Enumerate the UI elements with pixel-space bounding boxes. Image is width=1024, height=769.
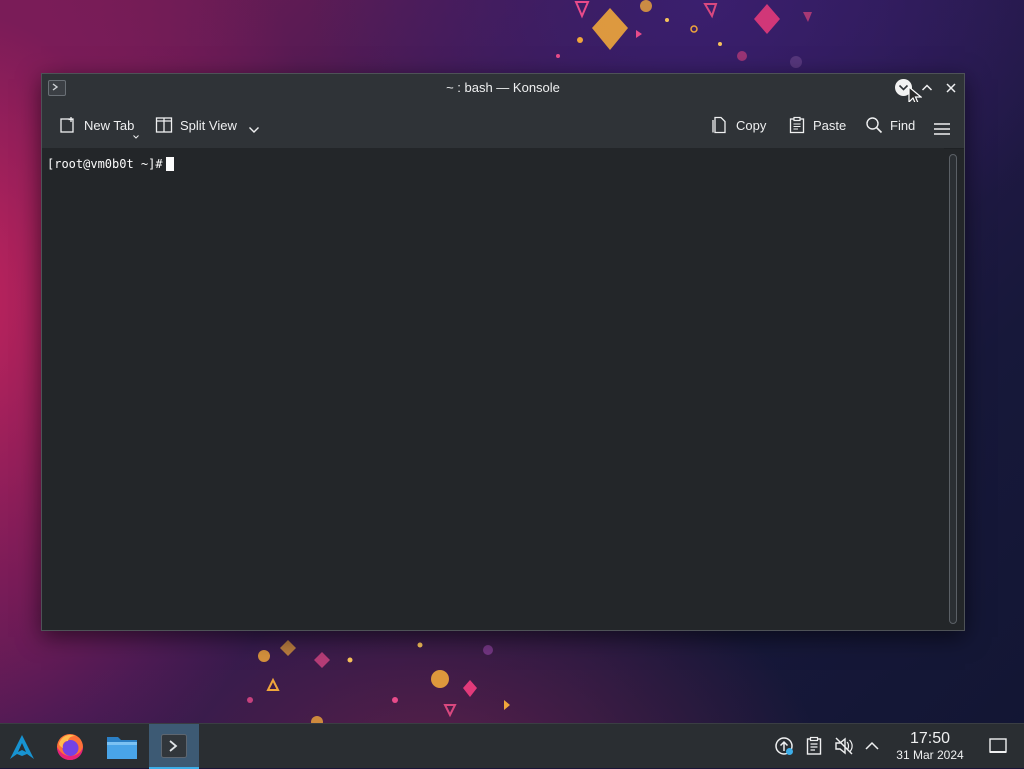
konsole-icon — [161, 733, 187, 758]
volume-button[interactable] — [834, 736, 854, 756]
terminal-area[interactable]: [root@vm0b0t ~]# — [42, 148, 944, 630]
application-launcher-icon — [10, 734, 34, 759]
chevron-down-icon — [249, 127, 259, 133]
firefox-button[interactable] — [48, 724, 92, 769]
taskbar: 17:50 31 Mar 2024 — [0, 723, 1024, 769]
new-tab-label: New Tab — [84, 117, 135, 133]
paste-icon — [789, 116, 805, 134]
clock-date: 31 Mar 2024 — [896, 748, 964, 762]
digital-clock[interactable]: 17:50 31 Mar 2024 — [884, 730, 976, 763]
title-bar[interactable]: ~ : bash — Konsole — [42, 74, 964, 106]
paste-button[interactable]: Paste — [788, 114, 846, 136]
new-tab-button[interactable]: New Tab — [59, 114, 139, 139]
show-desktop-icon — [989, 738, 1007, 753]
split-view-button[interactable]: Split View — [155, 114, 237, 136]
file-manager-icon — [107, 736, 137, 759]
clock-time: 17:50 — [909, 730, 951, 747]
new-tab-icon — [60, 117, 74, 133]
terminal-scrollbar[interactable] — [946, 152, 960, 626]
show-desktop-button[interactable] — [988, 737, 1008, 757]
konsole-task-button[interactable] — [149, 724, 199, 769]
konsole-window: ~ : bash — Konsole New Tab Split View Co… — [41, 73, 965, 631]
expand-tray-button[interactable] — [862, 736, 882, 756]
update-notifier-button[interactable] — [774, 736, 794, 756]
copy-icon — [712, 116, 726, 134]
find-label: Find — [890, 117, 916, 133]
expand-tray-icon — [865, 741, 879, 750]
window-title: ~ : bash — Konsole — [446, 80, 560, 95]
dropdown-arrow-icon — [133, 135, 139, 139]
search-icon — [866, 117, 883, 134]
close-icon — [946, 83, 956, 93]
text-cursor — [165, 157, 174, 171]
close-button[interactable] — [941, 78, 961, 98]
terminal-prompt: [root@vm0b0t ~]# — [47, 157, 174, 171]
hamburger-menu-button[interactable] — [933, 118, 958, 140]
volume-muted-icon — [835, 737, 853, 755]
copy-button[interactable]: Copy — [711, 114, 766, 136]
scrollbar-thumb[interactable] — [949, 154, 957, 624]
split-view-label: Split View — [180, 117, 237, 133]
clipboard-button[interactable] — [804, 736, 824, 756]
file-manager-button[interactable] — [98, 724, 146, 769]
update-notifier-icon — [775, 737, 793, 755]
application-launcher-button[interactable] — [0, 724, 44, 769]
clipboard-icon — [806, 736, 822, 755]
find-button[interactable]: Find — [865, 114, 915, 136]
paste-label: Paste — [813, 117, 847, 133]
split-view-icon — [155, 117, 173, 133]
konsole-toolbar: New Tab Split View Copy Paste Find — [42, 102, 964, 149]
firefox-icon — [57, 733, 83, 760]
split-view-menu-button[interactable] — [248, 119, 267, 141]
prompt-text: [root@vm0b0t ~]# — [47, 157, 163, 171]
copy-label: Copy — [736, 117, 767, 133]
hamburger-menu-icon — [934, 123, 950, 135]
